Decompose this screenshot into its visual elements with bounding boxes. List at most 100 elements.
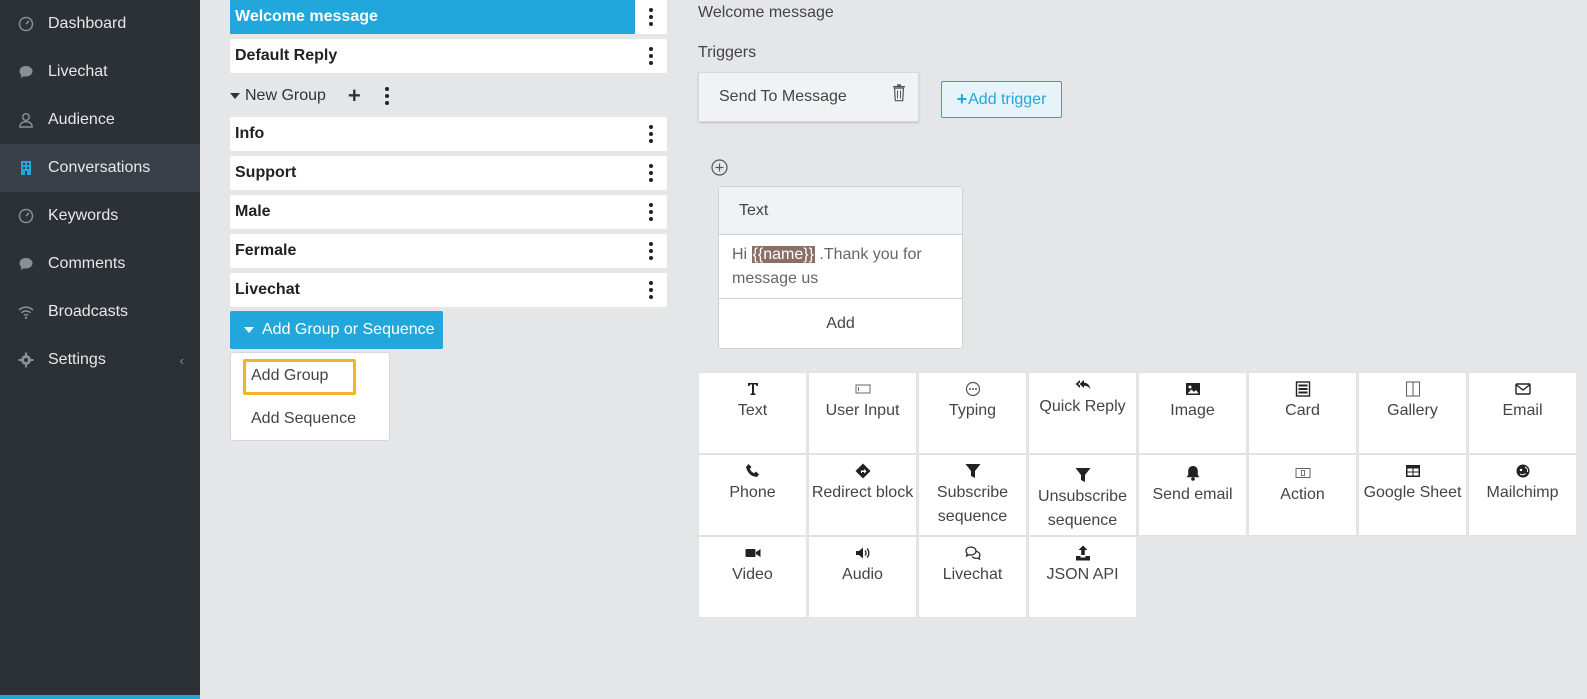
- sidebar-item-label: Keywords: [48, 207, 119, 224]
- sidebar-item-dashboard[interactable]: Dashboard: [0, 0, 200, 48]
- block-tile-text[interactable]: Text: [698, 372, 807, 454]
- caret-down-icon[interactable]: [230, 93, 240, 99]
- block-tile-livechat[interactable]: Livechat: [918, 536, 1027, 618]
- sidebar-bottom-bar: [0, 695, 200, 699]
- reply-all-icon: [1075, 375, 1091, 395]
- typing-icon: [965, 379, 981, 399]
- block-tile-redirect-block[interactable]: Redirect block: [808, 454, 917, 536]
- tile-label: Typing: [948, 402, 997, 419]
- group-item-info[interactable]: Info: [230, 117, 667, 151]
- speaker-icon: [855, 543, 871, 563]
- menu-item-add-group[interactable]: Add Group: [251, 367, 328, 385]
- sidebar-item-audience[interactable]: Audience: [0, 96, 200, 144]
- tile-label: User Input: [825, 402, 900, 419]
- block-tile-unsubscribe-sequence[interactable]: Unsubscribe sequence: [1028, 454, 1137, 536]
- trash-icon[interactable]: [892, 84, 906, 102]
- sidebar-item-settings[interactable]: Settings ‹: [0, 336, 200, 384]
- text-block-header: Text: [719, 187, 962, 235]
- sidebar-item-comments[interactable]: Comments: [0, 240, 200, 288]
- trigger-name: Send To Message: [719, 88, 847, 105]
- block-tile-card[interactable]: Card: [1248, 372, 1357, 454]
- block-tile-google-sheet[interactable]: Google Sheet: [1358, 454, 1467, 536]
- sidebar-item-livechat[interactable]: Livechat: [0, 48, 200, 96]
- more-vertical-icon[interactable]: [635, 273, 667, 307]
- gear-icon: [17, 351, 35, 369]
- gauge-icon: [17, 15, 35, 33]
- add-group-or-sequence-button[interactable]: Add Group or Sequence: [230, 311, 443, 349]
- block-tile-audio[interactable]: Audio: [808, 536, 917, 618]
- more-vertical-icon[interactable]: [384, 87, 389, 105]
- chat-bubble-icon: [17, 63, 35, 81]
- more-vertical-icon[interactable]: [635, 195, 667, 229]
- action-icon: [1295, 463, 1311, 483]
- block-tile-action[interactable]: Action: [1248, 454, 1357, 536]
- sidebar-item-keywords[interactable]: Keywords: [0, 192, 200, 240]
- chevron-left-icon[interactable]: ‹: [180, 353, 184, 368]
- more-vertical-icon[interactable]: [635, 0, 667, 34]
- more-vertical-icon[interactable]: [635, 156, 667, 190]
- group-item-fermale[interactable]: Fermale: [230, 234, 667, 268]
- block-tile-image[interactable]: Image: [1138, 372, 1247, 454]
- tile-label: Mailchimp: [1486, 484, 1559, 501]
- sidebar-item-broadcasts[interactable]: Broadcasts: [0, 288, 200, 336]
- sidebar-item-label: Comments: [48, 255, 126, 272]
- more-vertical-icon[interactable]: [635, 234, 667, 268]
- envelope-icon: [1514, 379, 1531, 399]
- block-tile-email[interactable]: Email: [1468, 372, 1577, 454]
- sidebar-item-conversations[interactable]: Conversations: [0, 144, 200, 192]
- sidebar-item-label: Broadcasts: [48, 303, 129, 320]
- sidebar-item-label: Livechat: [48, 63, 108, 80]
- variable-tag[interactable]: {{name}}: [751, 246, 815, 263]
- group-item-default-reply[interactable]: Default Reply: [230, 39, 667, 73]
- circle-plus-icon[interactable]: [711, 159, 728, 176]
- upload-icon: [1075, 543, 1091, 563]
- block-tile-json-api[interactable]: JSON API: [1028, 536, 1137, 618]
- button-label: Add Group or Sequence: [262, 321, 435, 338]
- group-item-label: Male: [235, 203, 271, 220]
- block-tile-mailchimp[interactable]: Mailchimp: [1468, 454, 1577, 536]
- block-tile-user-input[interactable]: User Input: [808, 372, 917, 454]
- plus-icon[interactable]: +: [348, 85, 361, 107]
- block-tile-send-email[interactable]: Send email: [1138, 454, 1247, 536]
- group-item-male[interactable]: Male: [230, 195, 667, 229]
- add-dropdown-menu: Add Group Add Sequence: [230, 352, 390, 441]
- tile-label: Google Sheet: [1363, 484, 1462, 501]
- sidebar-item-label: Dashboard: [48, 15, 127, 32]
- tile-label: Audio: [842, 566, 883, 583]
- sidebar-item-label: Audience: [48, 111, 115, 128]
- block-tile-gallery[interactable]: Gallery: [1358, 372, 1467, 454]
- block-tile-quick-reply[interactable]: Quick Reply: [1028, 372, 1137, 454]
- message-title: Welcome message: [698, 4, 834, 21]
- group-header-label: New Group: [245, 87, 326, 104]
- bell-icon: [1185, 463, 1201, 483]
- group-header-new-group[interactable]: New Group +: [230, 84, 389, 108]
- plus-icon: +: [956, 89, 968, 109]
- mailchimp-icon: [1515, 461, 1531, 481]
- group-item-livechat[interactable]: Livechat: [230, 273, 667, 307]
- table-icon: [1405, 461, 1421, 481]
- menu-item-add-sequence[interactable]: Add Sequence: [251, 410, 356, 428]
- tile-label: Subscribe sequence: [936, 484, 1009, 525]
- block-tile-video[interactable]: Video: [698, 536, 807, 618]
- block-tile-typing[interactable]: Typing: [918, 372, 1027, 454]
- group-item-label: Default Reply: [235, 47, 338, 64]
- card-icon: [1295, 379, 1311, 399]
- more-vertical-icon[interactable]: [635, 39, 667, 73]
- add-button-link[interactable]: Add: [719, 299, 962, 348]
- user-icon: [17, 111, 35, 129]
- trigger-card[interactable]: Send To Message: [698, 72, 919, 122]
- triggers-label: Triggers: [698, 44, 757, 61]
- redirect-icon: [855, 461, 871, 481]
- more-vertical-icon[interactable]: [635, 117, 667, 151]
- group-item-support[interactable]: Support: [230, 156, 667, 190]
- block-tile-subscribe-sequence[interactable]: Subscribe sequence: [918, 454, 1027, 536]
- group-item-label: Welcome message: [235, 8, 378, 25]
- tile-label: Image: [1170, 402, 1215, 419]
- phone-icon: [745, 461, 761, 481]
- block-tile-phone[interactable]: Phone: [698, 454, 807, 536]
- chat-bubble-icon: [17, 255, 35, 273]
- text-block-body[interactable]: Hi {{name}} .Thank you for message us: [719, 235, 962, 299]
- group-item-welcome-message[interactable]: Welcome message: [230, 0, 667, 34]
- add-trigger-button[interactable]: + Add trigger: [941, 81, 1062, 118]
- group-item-highlight[interactable]: Welcome message: [230, 0, 635, 34]
